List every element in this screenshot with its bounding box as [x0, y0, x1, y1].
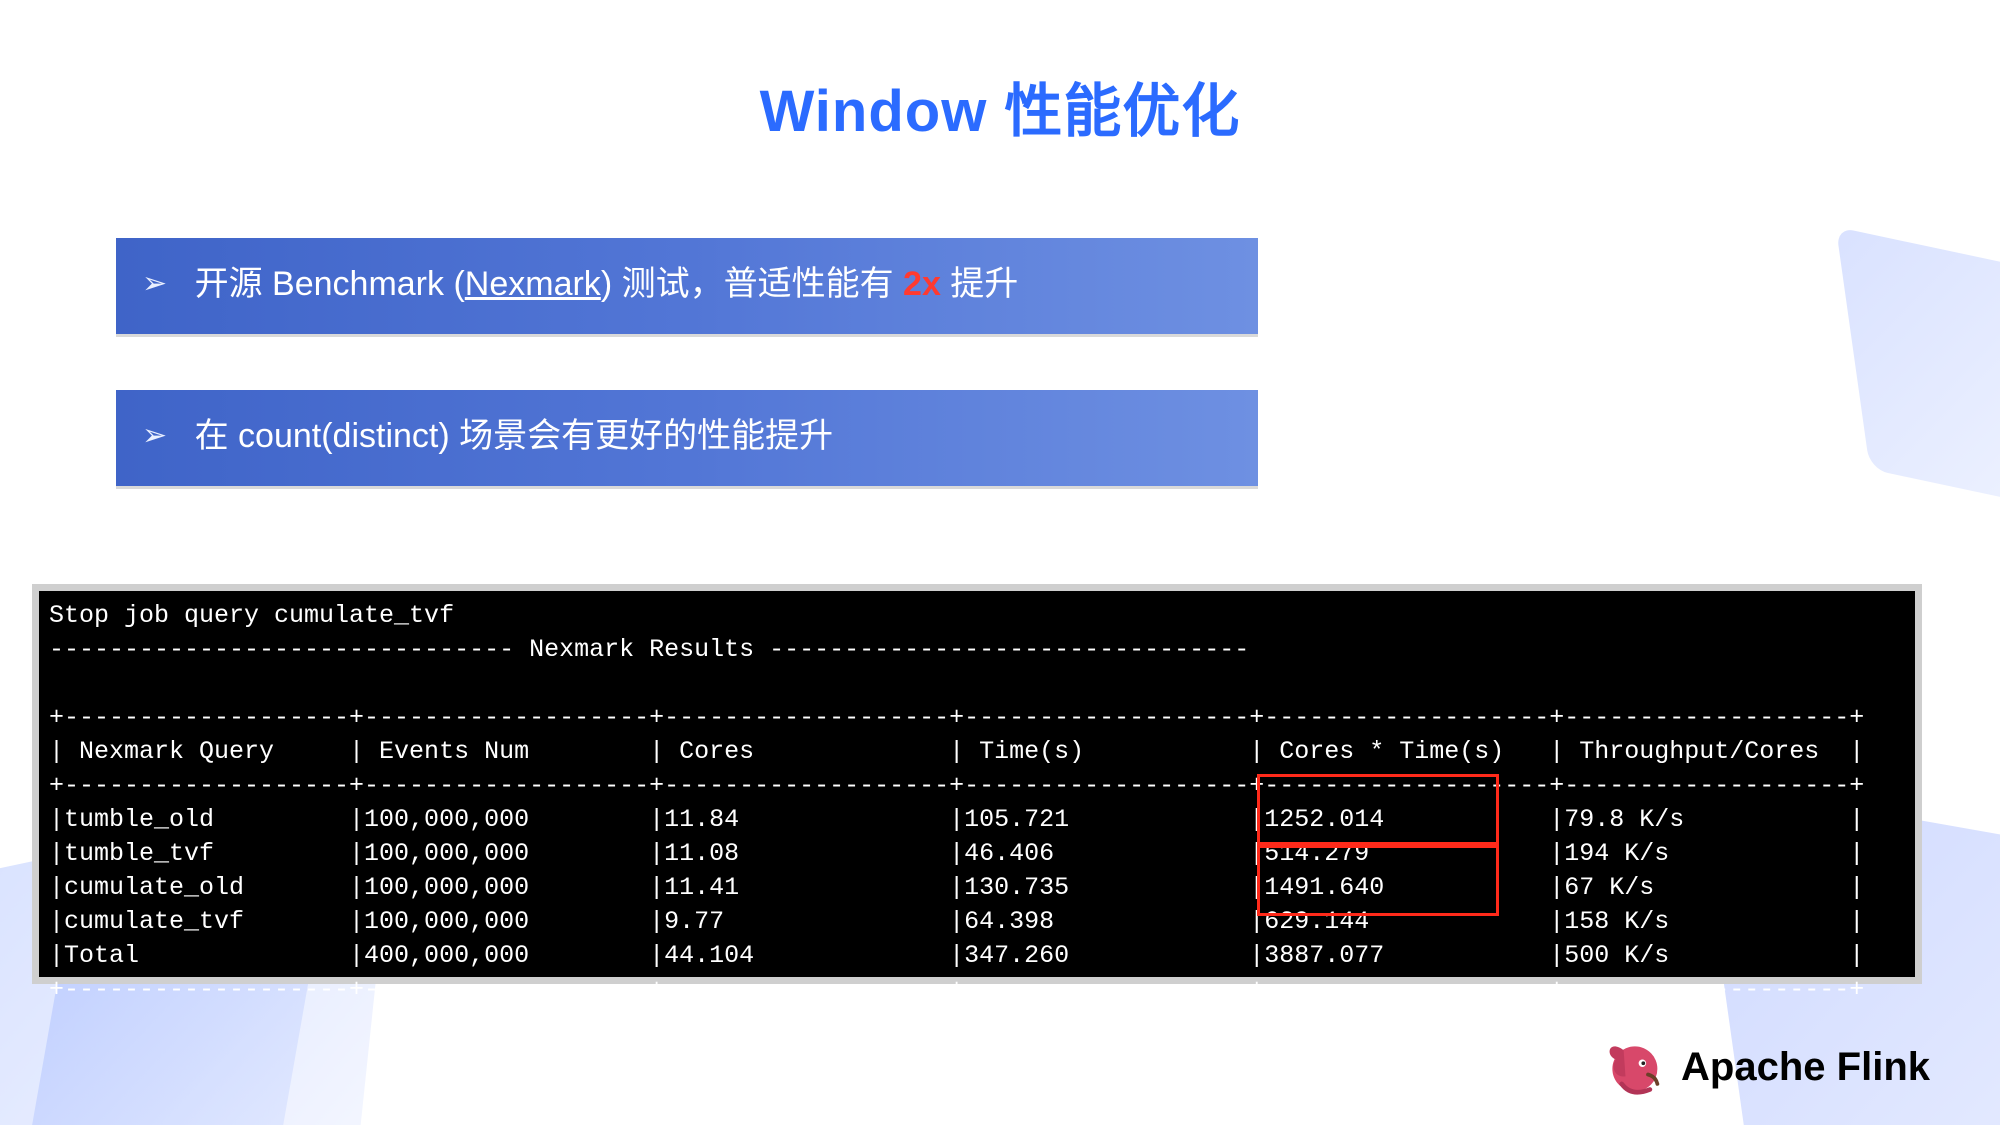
bullet-1-pre: 开源 Benchmark ( [195, 265, 465, 303]
highlight-box-1 [1257, 774, 1499, 848]
chevron-right-icon: ➢ [142, 264, 167, 303]
terminal-stop-line: Stop job query cumulate_tvf [49, 601, 454, 630]
flink-logo-icon [1603, 1037, 1663, 1097]
terminal-output: Stop job query cumulate_tvf ------------… [32, 584, 1922, 984]
bullet-banner-2: ➢ 在 count(distinct) 场景会有更好的性能提升 [116, 390, 1258, 486]
terminal-sep: +-------------------+-------------------… [49, 703, 1864, 732]
bullet-1-mid: ) 测试，普适性能有 [601, 265, 903, 303]
terminal-row-2: |cumulate_old |100,000,000 |11.41 |130.7… [49, 873, 1864, 902]
bullet-1-post: 提升 [941, 265, 1018, 303]
highlight-box-2 [1257, 842, 1499, 916]
bg-shape-top-right [1836, 227, 2000, 523]
terminal-row-4: |Total |400,000,000 |44.104 |347.260 |38… [49, 941, 1864, 970]
terminal-row-3: |cumulate_tvf |100,000,000 |9.77 |64.398… [49, 907, 1864, 936]
brand-name: Apache Flink [1681, 1045, 1930, 1090]
terminal-sep: +-------------------+-------------------… [49, 975, 1864, 1004]
chevron-right-icon: ➢ [142, 416, 167, 455]
bullet-1-highlight: 2x [903, 265, 941, 303]
terminal-row-1: |tumble_tvf |100,000,000 |11.08 |46.406 … [49, 839, 1864, 868]
terminal-head-row: | Nexmark Query | Events Num | Cores | T… [49, 737, 1864, 766]
terminal-header-line: ------------------------------- Nexmark … [49, 635, 1249, 664]
terminal-row-0: |tumble_old |100,000,000 |11.84 |105.721… [49, 805, 1864, 834]
bullet-banner-1: ➢ 开源 Benchmark (Nexmark) 测试，普适性能有 2x 提升 [116, 238, 1258, 334]
terminal-sep: +-------------------+-------------------… [49, 771, 1864, 800]
bullet-2-text: 在 count(distinct) 场景会有更好的性能提升 [195, 417, 834, 455]
brand-footer: Apache Flink [1603, 1037, 1930, 1097]
bullet-1-link: Nexmark [465, 265, 601, 303]
slide-title: Window 性能优化 [760, 64, 1241, 148]
